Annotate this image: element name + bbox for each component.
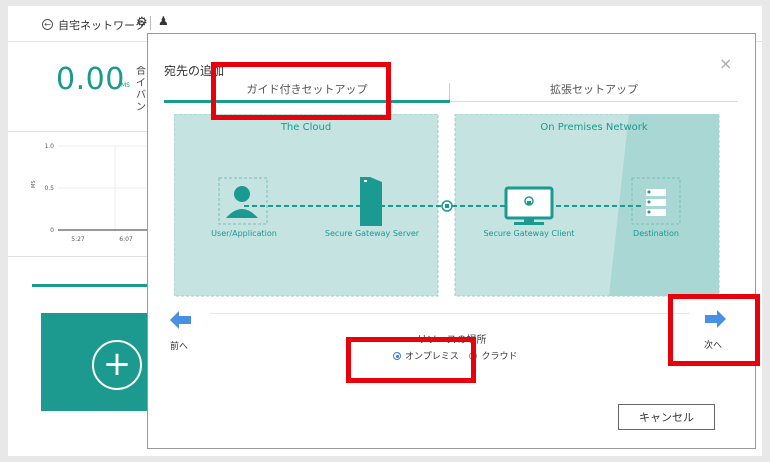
highlight-resource-location (346, 337, 476, 383)
highlight-guided-tab (211, 62, 391, 120)
section-divider (8, 131, 148, 132)
cancel-button[interactable]: キャンセル (618, 404, 715, 430)
tab-indicator (32, 284, 148, 287)
chart-x-tick: 5:27 (71, 236, 85, 243)
close-icon[interactable]: × (719, 54, 732, 73)
prev-label: 前へ (170, 342, 189, 352)
node-label-client: Secure Gateway Client (483, 229, 574, 238)
monitor-lock-icon (504, 186, 554, 225)
latency-chart: 1.0 0.5 0 MS 5:27 6:07 (31, 143, 148, 243)
server-tower-icon (360, 177, 382, 226)
breadcrumb-divider (150, 16, 151, 30)
radio-label-cloud[interactable]: クラウド (481, 352, 517, 362)
chart-y-tick: 1.0 (44, 143, 54, 150)
gear-icon[interactable]: ⚙ (136, 15, 148, 30)
premises-title: On Premises Network (540, 122, 648, 133)
back-icon[interactable]: ← (42, 19, 53, 30)
tab-underline (450, 101, 738, 102)
chart-y-tick: 0 (50, 227, 54, 234)
node-label-user: User/Application (211, 229, 277, 238)
latency-unit: MS (121, 82, 130, 89)
node-label-server: Secure Gateway Server (325, 229, 420, 238)
plus-icon[interactable]: + (92, 340, 142, 390)
chart-y-label: MS (31, 181, 37, 189)
tab-advanced-setup[interactable]: 拡張セットアップ (450, 81, 738, 103)
prev-button[interactable]: 前へ (170, 311, 210, 352)
chart-y-tick: 0.5 (44, 185, 54, 192)
latency-value: 0.00 (56, 62, 125, 97)
network-diagram: The Cloud On Premises Network User/Appli… (174, 114, 720, 297)
nav-divider (210, 313, 690, 314)
node-label-destination: Destination (633, 229, 679, 238)
server-stack-icon (646, 189, 666, 216)
section-divider (8, 256, 148, 257)
cloud-title: The Cloud (280, 122, 331, 133)
highlight-next-button (668, 294, 760, 366)
arrow-left-icon (170, 311, 191, 329)
user-icon[interactable]: ♟ (158, 14, 169, 28)
chart-x-tick: 6:07 (119, 236, 133, 243)
breadcrumb[interactable]: 自宅ネットワーク (58, 17, 146, 33)
